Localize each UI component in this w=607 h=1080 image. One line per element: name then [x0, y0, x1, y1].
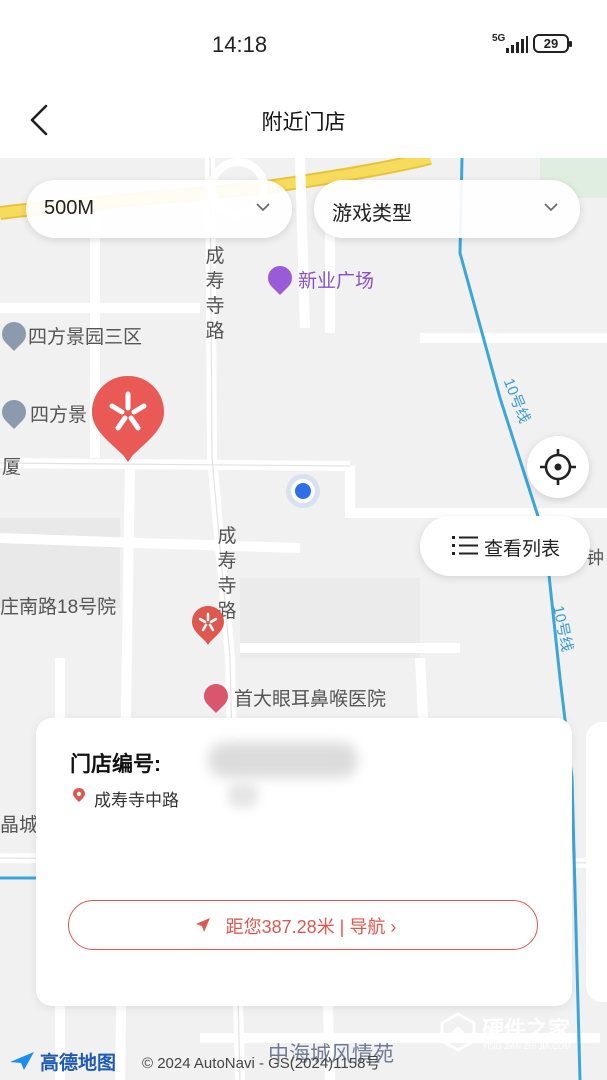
map-copyright: © 2024 AutoNavi - GS(2024)1158号	[142, 1055, 381, 1072]
watermark-name: 硬件之家	[482, 1017, 571, 1042]
signal-icon	[506, 35, 528, 53]
next-store-card[interactable]	[586, 722, 607, 1002]
battery-icon: 29	[533, 34, 572, 53]
store-address: 成寿寺中路	[94, 791, 179, 810]
watermark-logo-icon	[440, 1012, 476, 1052]
navigate-label: 距您387.28米 | 导航 ›	[225, 917, 397, 937]
chevron-down-icon	[544, 203, 558, 212]
store-id-redacted	[208, 742, 358, 778]
location-pin-icon	[73, 788, 85, 802]
road-label: 成寿寺路	[205, 246, 225, 342]
navigation-arrow-icon	[196, 918, 210, 932]
store-card[interactable]: 门店编号: 成寿寺中路 距您387.28米 | 导航 ›	[36, 718, 572, 1006]
poi-label: 新业广场	[298, 271, 375, 292]
crosshair-icon	[540, 449, 576, 485]
locate-button[interactable]	[527, 436, 589, 498]
poi-label: 厦	[2, 457, 22, 478]
game-type-filter[interactable]: 游戏类型	[314, 180, 580, 238]
list-icon	[452, 536, 478, 555]
store-marker[interactable]	[190, 604, 226, 648]
poi-label: 首大眼耳鼻喉医院	[234, 689, 387, 710]
list-view-label: 查看列表	[484, 539, 561, 560]
address-redacted	[228, 782, 258, 808]
poi-label: 四方景园三区	[28, 327, 143, 348]
current-location-dot	[286, 474, 320, 508]
watermark: 硬件之家 YING JIAN ZHI JIA.COM	[440, 1010, 600, 1058]
poi-label: 四方景	[30, 405, 88, 426]
poi-label: 庄南路18号院	[0, 597, 117, 618]
distance-filter-value: 500M	[44, 197, 95, 219]
status-time: 14:18	[212, 32, 268, 57]
page-title: 附近门店	[261, 111, 346, 134]
poi-label: 晶城	[0, 815, 39, 836]
navigate-button[interactable]: 距您387.28米 | 导航 ›	[68, 900, 538, 950]
network-indicator: 5G	[492, 33, 506, 44]
watermark-url: YING JIAN ZHI JIA.COM	[482, 1042, 571, 1051]
distance-filter[interactable]: 500M	[26, 180, 292, 238]
status-bar: 14:18 5G 29	[0, 0, 607, 88]
header: 附近门店	[0, 88, 607, 158]
list-view-button[interactable]: 查看列表	[420, 516, 590, 576]
game-type-filter-value: 游戏类型	[332, 203, 412, 225]
map-logo-text: 高德地图	[40, 1053, 117, 1074]
amap-logo-icon	[10, 1052, 34, 1070]
store-id-label: 门店编号:	[70, 753, 161, 776]
chevron-down-icon	[256, 203, 270, 212]
store-marker-selected[interactable]	[88, 372, 168, 468]
